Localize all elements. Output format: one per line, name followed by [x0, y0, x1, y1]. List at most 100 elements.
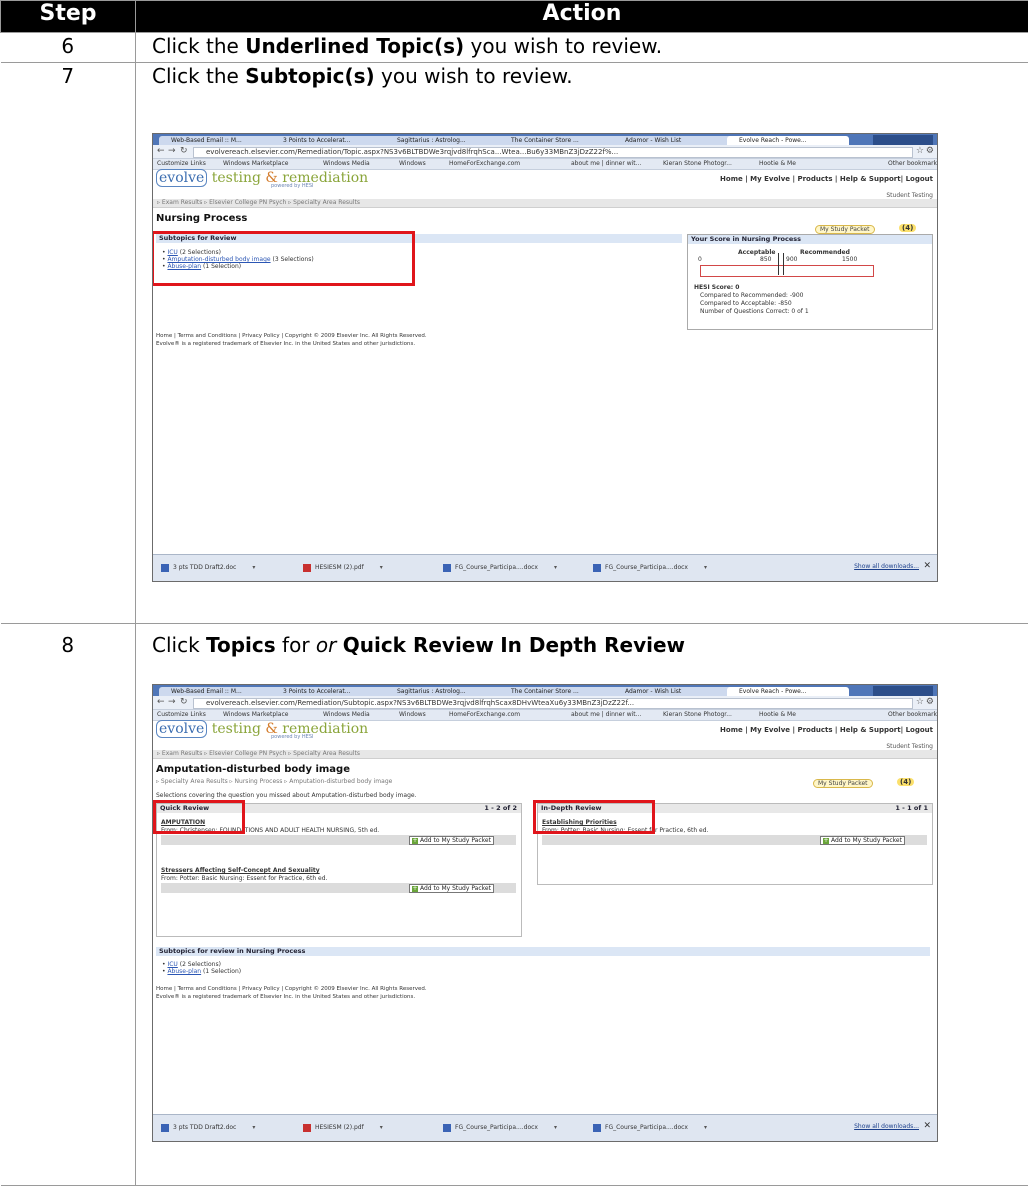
browser-tab[interactable]: Web-Based Email :: M...	[159, 687, 279, 696]
download-item[interactable]: FG_Course_Participa....docx▾	[593, 562, 707, 574]
breadcrumb[interactable]: ▹ Exam Results ▹ Elsevier College PN Psy…	[153, 199, 937, 208]
reload-icon[interactable]: ↻	[180, 146, 188, 156]
bookmark[interactable]: Windows Marketplace	[223, 159, 288, 169]
web-page: evolve testing & remediation powered by …	[153, 170, 937, 555]
header-action: Action	[136, 1, 1028, 33]
star-icon[interactable]: ☆	[916, 697, 924, 707]
highlight-box-indepth	[533, 800, 655, 834]
acceptable-marker	[778, 253, 779, 275]
bookmarks-bar: Customize Links Windows Marketplace Wind…	[153, 159, 937, 170]
word-file-icon	[443, 564, 451, 572]
close-icon[interactable]: ✕	[923, 1121, 931, 1131]
bookmark[interactable]: HomeForExchange.com	[449, 710, 520, 720]
close-icon[interactable]: ✕	[923, 561, 931, 571]
student-testing: Student Testing	[886, 743, 933, 750]
powered-by: powered by HESI	[271, 183, 313, 189]
bookmark[interactable]: Hootie & Me	[759, 159, 796, 169]
download-item[interactable]: FG_Course_Participa....docx▾	[593, 1122, 707, 1134]
browser-tab[interactable]: The Container Store ...	[499, 687, 621, 696]
browser-tab[interactable]: Sagittarius : Astrolog...	[385, 687, 507, 696]
student-testing: Student Testing	[886, 192, 933, 199]
download-item[interactable]: FG_Course_Participa....docx▾	[443, 562, 557, 574]
acceptable-label: Acceptable	[738, 249, 775, 256]
bookmarks-bar: Customize Links Windows Marketplace Wind…	[153, 710, 937, 721]
score-panel: Your Score in Nursing Process Acceptable…	[687, 234, 933, 330]
add-to-study-packet-button[interactable]: Add to My Study Packet	[409, 884, 494, 893]
bookmark[interactable]: HomeForExchange.com	[449, 159, 520, 169]
url-input[interactable]: evolvereach.elsevier.com/Remediation/Top…	[193, 147, 913, 158]
show-all-downloads-link[interactable]: Show all downloads...	[854, 563, 919, 570]
browser-tab[interactable]: 3 Points to Accelerat...	[271, 687, 393, 696]
downloads-bar: 3 pts TDD Draft2.doc▾ HESIESM (2).pdf▾ F…	[153, 554, 937, 581]
download-item[interactable]: 3 pts TDD Draft2.doc▾	[161, 562, 255, 574]
step-6-action: Click the Underlined Topic(s) you wish t…	[136, 33, 1028, 63]
sub-breadcrumb[interactable]: ▹ Specialty Area Results ▹ Nursing Proce…	[156, 778, 392, 785]
download-item[interactable]: HESIESM (2).pdf▾	[303, 562, 383, 574]
forward-icon[interactable]: →	[168, 697, 176, 707]
bookmark[interactable]: Windows Marketplace	[223, 710, 288, 720]
bookmark[interactable]: Kieran Stone Photogr...	[663, 710, 732, 720]
bookmark[interactable]: about me | dinner wit...	[571, 710, 641, 720]
add-to-study-packet-button[interactable]: Add to My Study Packet	[409, 836, 494, 845]
subtopics-header: Subtopics for review in Nursing Process	[156, 947, 930, 956]
wrench-icon[interactable]: ⚙	[926, 697, 934, 707]
window-controls[interactable]	[873, 135, 933, 145]
bookmark[interactable]: about me | dinner wit...	[571, 159, 641, 169]
study-packet-button[interactable]: My Study Packet	[815, 225, 875, 234]
browser-tab[interactable]: The Container Store ...	[499, 136, 621, 145]
browser-tab-active[interactable]: Evolve Reach - Powe...	[727, 136, 849, 145]
browser-tab-active[interactable]: Evolve Reach - Powe...	[727, 687, 849, 696]
word-file-icon	[593, 1124, 601, 1132]
breadcrumb[interactable]: ▹ Exam Results ▹ Elsevier College PN Psy…	[153, 750, 937, 759]
score-header: Your Score in Nursing Process	[688, 235, 932, 244]
downloads-bar: 3 pts TDD Draft2.doc▾ HESIESM (2).pdf▾ F…	[153, 1114, 937, 1141]
download-item[interactable]: 3 pts TDD Draft2.doc▾	[161, 1122, 255, 1134]
star-icon[interactable]: ☆	[916, 146, 924, 156]
reload-icon[interactable]: ↻	[180, 697, 188, 707]
topic-link-stressers[interactable]: Stressers Affecting Self-Concept And Sex…	[161, 867, 320, 874]
bookmark[interactable]: Customize Links	[157, 159, 206, 169]
footer-trademark: Evolve® is a registered trademark of Els…	[156, 993, 415, 1001]
study-packet-button[interactable]: My Study Packet	[813, 779, 873, 788]
forward-icon[interactable]: →	[168, 146, 176, 156]
bookmark[interactable]: Windows Media	[323, 710, 370, 720]
bookmark[interactable]: Windows Media	[323, 159, 370, 169]
browser-tab[interactable]: Web-Based Email :: M...	[159, 136, 279, 145]
tick-900: 900	[786, 256, 797, 263]
bookmark[interactable]: Other bookmarks	[888, 710, 937, 720]
browser-tab[interactable]: Adamor - Wish List	[613, 687, 735, 696]
step-7-number: 7	[1, 63, 136, 624]
document-page: Step Action 6 Click the Underlined Topic…	[0, 0, 1028, 1185]
back-icon[interactable]: ←	[157, 146, 165, 156]
subtopic-link[interactable]: Abuse-plan	[167, 968, 201, 975]
footer-links[interactable]: Home | Terms and Conditions | Privacy Po…	[156, 332, 427, 340]
page-title: Nursing Process	[156, 213, 247, 224]
score-bar	[700, 265, 874, 277]
bookmark[interactable]: Customize Links	[157, 710, 206, 720]
wrench-icon[interactable]: ⚙	[926, 146, 934, 156]
download-item[interactable]: FG_Course_Participa....docx▾	[443, 1122, 557, 1134]
browser-tab[interactable]: 3 Points to Accelerat...	[271, 136, 393, 145]
browser-tab[interactable]: Adamor - Wish List	[613, 136, 735, 145]
bookmark[interactable]: Windows	[399, 159, 426, 169]
recommended-label: Recommended	[800, 249, 850, 256]
window-controls[interactable]	[873, 686, 933, 696]
back-icon[interactable]: ←	[157, 697, 165, 707]
pdf-file-icon	[303, 1124, 311, 1132]
add-to-study-packet-button[interactable]: Add to My Study Packet	[820, 836, 905, 845]
site-nav[interactable]: Home | My Evolve | Products | Help & Sup…	[720, 175, 933, 183]
footer-links[interactable]: Home | Terms and Conditions | Privacy Po…	[156, 985, 427, 993]
show-all-downloads-link[interactable]: Show all downloads...	[854, 1123, 919, 1130]
browser-tab[interactable]: Sagittarius : Astrolog...	[385, 136, 507, 145]
site-nav[interactable]: Home | My Evolve | Products | Help & Sup…	[720, 726, 933, 734]
download-item[interactable]: HESIESM (2).pdf▾	[303, 1122, 383, 1134]
powered-by: powered by HESI	[271, 734, 313, 740]
list-item: • ICU (2 Selections)	[162, 961, 930, 968]
bookmark[interactable]: Other bookmarks	[888, 159, 937, 169]
tick-1500: 1500	[842, 256, 857, 263]
url-input[interactable]: evolvereach.elsevier.com/Remediation/Sub…	[193, 698, 913, 709]
subtopic-link[interactable]: ICU	[167, 961, 177, 968]
bookmark[interactable]: Hootie & Me	[759, 710, 796, 720]
bookmark[interactable]: Kieran Stone Photogr...	[663, 159, 732, 169]
bookmark[interactable]: Windows	[399, 710, 426, 720]
